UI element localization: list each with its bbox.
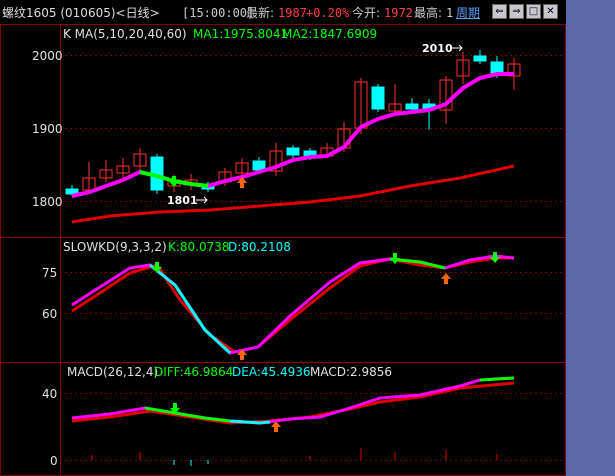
ma1-value: MA1:1975.8041 xyxy=(193,27,288,41)
macd-diff-cyan-segment xyxy=(229,419,271,425)
annotation-high: 2010 xyxy=(422,42,453,55)
kd-d-line xyxy=(71,256,514,354)
y-tick-60: 60 xyxy=(42,307,57,321)
kd-k-value: K:80.0738 xyxy=(168,240,230,254)
main-indicator-label: K MA(5,10,20,40,60) xyxy=(63,27,187,41)
chart-area[interactable]: 2000 1900 1800 75 60 40 0 K MA(5,10,20,4… xyxy=(0,0,566,476)
y-tick-75: 75 xyxy=(42,266,57,280)
y-tick-2000: 2000 xyxy=(32,49,63,63)
kd-d-value: D:80.2108 xyxy=(228,240,291,254)
macd-diff-line xyxy=(71,376,515,425)
macd-dea-value: DEA:45.4936 xyxy=(232,365,311,379)
ma2-value: MA2:1847.6909 xyxy=(282,27,377,41)
y-tick-0: 0 xyxy=(50,454,58,468)
kd-label: SLOWKD(9,3,3,2) xyxy=(63,240,167,254)
macd-label: MACD(26,12,4) xyxy=(67,365,158,379)
side-scroll-panel[interactable] xyxy=(566,0,615,476)
y-tick-1800: 1800 xyxy=(32,195,63,209)
macd-histogram xyxy=(91,448,498,460)
y-tick-40: 40 xyxy=(42,387,57,401)
macd-histogram-negative xyxy=(173,460,209,466)
macd-diff-value: DIFF:46.9864 xyxy=(154,365,233,379)
annotation-low: 1801 xyxy=(167,194,198,207)
macd-macd-value: MACD:2.9856 xyxy=(310,365,392,379)
macd-diff-green-segment xyxy=(144,406,231,423)
macd-diff-green-top-segment xyxy=(479,376,515,382)
ma-fast-line xyxy=(71,72,514,198)
y-tick-1900: 1900 xyxy=(32,122,63,136)
